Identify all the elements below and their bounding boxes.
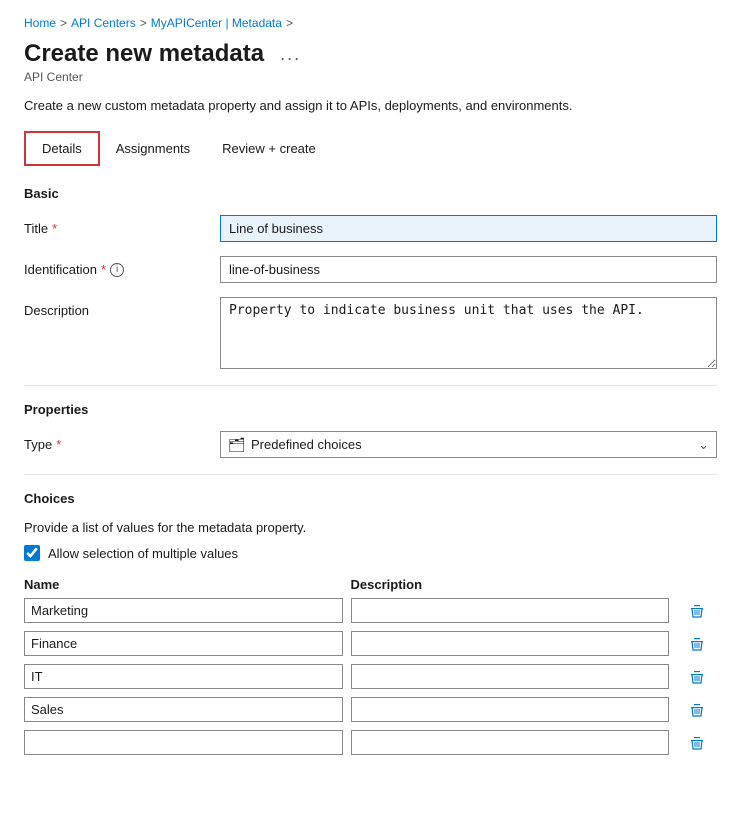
- separator-2: [24, 474, 717, 475]
- page-description: Create a new custom metadata property an…: [24, 98, 717, 113]
- breadcrumb-sep-3: >: [286, 16, 293, 30]
- choice-name-0[interactable]: [24, 598, 343, 623]
- delete-choice-3[interactable]: [677, 700, 717, 720]
- properties-section-title: Properties: [24, 402, 717, 417]
- multiple-values-row: Allow selection of multiple values: [24, 545, 717, 561]
- choice-row-0: [24, 598, 717, 623]
- type-label: Type *: [24, 431, 204, 452]
- choices-section-title: Choices: [24, 491, 717, 506]
- type-required: *: [56, 437, 61, 452]
- title-label: Title *: [24, 215, 204, 236]
- identification-required: *: [101, 262, 106, 277]
- tabs-container: Details Assignments Review + create: [24, 131, 717, 166]
- type-select-wrapper: 🗂 Predefined choices String Number Boole…: [220, 431, 717, 458]
- separator-1: [24, 385, 717, 386]
- choice-name-1[interactable]: [24, 631, 343, 656]
- delete-choice-0[interactable]: [677, 601, 717, 621]
- breadcrumb-sep-1: >: [60, 16, 67, 30]
- description-label: Description: [24, 297, 204, 318]
- page-title: Create new metadata: [24, 40, 264, 68]
- type-row: Type * 🗂 Predefined choices String Numbe…: [24, 431, 717, 458]
- identification-info-icon[interactable]: i: [110, 263, 124, 277]
- ellipsis-button[interactable]: ...: [274, 42, 307, 67]
- page-title-row: Create new metadata ...: [24, 40, 717, 68]
- col-description-header: Description: [351, 577, 670, 592]
- tab-review-create[interactable]: Review + create: [206, 131, 332, 166]
- choice-row-4: [24, 730, 717, 755]
- identification-row: Identification * i: [24, 256, 717, 283]
- choice-desc-2[interactable]: [351, 664, 670, 689]
- choice-row-2: [24, 664, 717, 689]
- delete-choice-4[interactable]: [677, 733, 717, 753]
- tab-details[interactable]: Details: [24, 131, 100, 166]
- identification-input[interactable]: [220, 256, 717, 283]
- choice-desc-4[interactable]: [351, 730, 670, 755]
- delete-choice-2[interactable]: [677, 667, 717, 687]
- choice-name-4[interactable]: [24, 730, 343, 755]
- choice-row-3: [24, 697, 717, 722]
- choice-desc-3[interactable]: [351, 697, 670, 722]
- breadcrumb-myapicenter[interactable]: MyAPICenter | Metadata: [151, 16, 282, 30]
- breadcrumb: Home > API Centers > MyAPICenter | Metad…: [24, 16, 717, 30]
- choice-name-2[interactable]: [24, 664, 343, 689]
- description-input[interactable]: Property to indicate business unit that …: [220, 297, 717, 369]
- identification-label: Identification * i: [24, 256, 204, 277]
- col-action-header: [677, 577, 717, 592]
- page-subtitle: API Center: [24, 70, 717, 84]
- choice-name-3[interactable]: [24, 697, 343, 722]
- breadcrumb-home[interactable]: Home: [24, 16, 56, 30]
- multiple-values-label[interactable]: Allow selection of multiple values: [48, 546, 238, 561]
- multiple-values-checkbox[interactable]: [24, 545, 40, 561]
- type-select[interactable]: Predefined choices String Number Boolean…: [220, 431, 717, 458]
- breadcrumb-api-centers[interactable]: API Centers: [71, 16, 136, 30]
- choice-desc-1[interactable]: [351, 631, 670, 656]
- title-input[interactable]: [220, 215, 717, 242]
- breadcrumb-sep-2: >: [140, 16, 147, 30]
- basic-section-title: Basic: [24, 186, 717, 201]
- choice-desc-0[interactable]: [351, 598, 670, 623]
- choices-table-header: Name Description: [24, 577, 717, 598]
- tab-assignments[interactable]: Assignments: [100, 131, 206, 166]
- choice-row-1: [24, 631, 717, 656]
- title-row: Title *: [24, 215, 717, 242]
- title-required: *: [52, 221, 57, 236]
- choices-description: Provide a list of values for the metadat…: [24, 520, 717, 535]
- col-name-header: Name: [24, 577, 343, 592]
- delete-choice-1[interactable]: [677, 634, 717, 654]
- description-row: Description Property to indicate busines…: [24, 297, 717, 369]
